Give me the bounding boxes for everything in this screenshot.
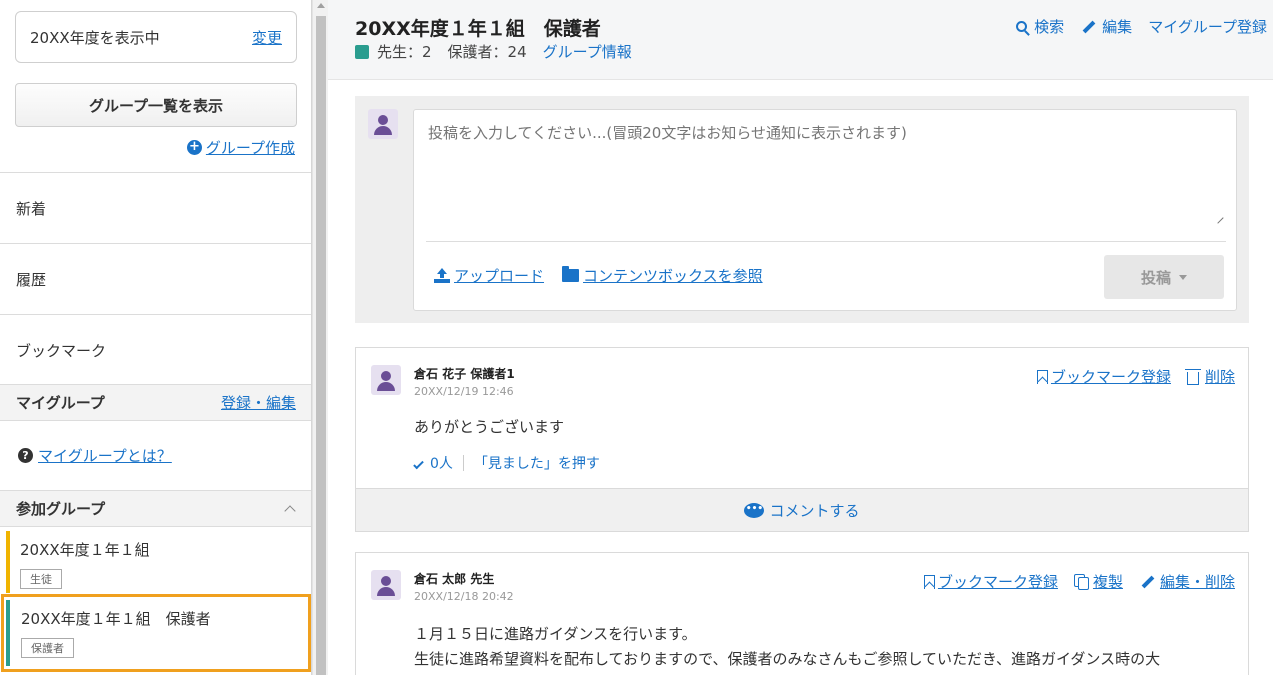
composer-tools: アップロード コンテンツボックスを参照 <box>434 265 763 286</box>
scroll-up-arrow-icon[interactable] <box>317 3 325 8</box>
plus-circle-icon: + <box>186 140 202 155</box>
comment-bubble-icon: ••• <box>744 502 765 518</box>
group-meta: 先生：2 保護者：24 グループ情報 <box>355 41 632 62</box>
year-display-box: 20XX年度を表示中 変更 <box>15 11 297 63</box>
seen-row: 0人 「見ました」を押す <box>413 453 600 473</box>
comment-button[interactable]: ••• コメントする <box>356 488 1248 531</box>
nav-item-history[interactable]: 履歴 <box>0 243 311 314</box>
seen-divider <box>462 455 464 471</box>
group-color-square-icon <box>355 44 369 59</box>
group-header: 20XX年度１年１組 保護者 先生：2 保護者：24 グループ情報 検索 編集 … <box>328 0 1273 80</box>
my-group-register-action[interactable]: マイグループ登録 <box>1148 16 1267 37</box>
edit-delete-link[interactable]: 編集・削除 <box>1139 571 1235 592</box>
guardian-count: 保護者：24 <box>447 43 527 61</box>
header-actions: 検索 編集 マイグループ登録 <box>1016 16 1267 37</box>
my-group-help-link[interactable]: ? マイグループとは？ <box>18 445 172 466</box>
folder-icon <box>562 266 580 282</box>
nav-item-new[interactable]: 新着 <box>0 172 311 243</box>
copy-label[interactable]: 複製 <box>1093 571 1123 592</box>
post-composer: アップロード コンテンツボックスを参照 投稿 <box>355 96 1249 323</box>
seen-count[interactable]: 0人 <box>430 453 453 473</box>
post-body-line: 生徒に進路希望資料を配布しておりますので、保護者のみなさんもご参照していただき、… <box>414 650 1161 668</box>
contents-box-link[interactable]: コンテンツボックスを参照 <box>562 265 763 286</box>
upload-link[interactable]: アップロード <box>434 265 544 286</box>
group-title: 20XX年度１年１組 保護者 <box>355 18 601 40</box>
joined-group-item[interactable]: 20XX年度１年１組 生徒 <box>0 529 311 595</box>
post-timestamp: 20XX/12/18 20:42 <box>414 590 514 603</box>
pencil-icon <box>1141 575 1155 588</box>
copy-link[interactable]: 複製 <box>1073 571 1123 592</box>
composer-divider <box>426 241 1226 242</box>
my-group-section-header: マイグループ 登録・編集 <box>0 384 311 421</box>
bookmark-register-link[interactable]: ブックマーク登録 <box>1036 366 1171 387</box>
comment-label: コメントする <box>769 501 860 520</box>
my-group-help-label[interactable]: マイグループとは？ <box>38 445 172 466</box>
contents-box-label[interactable]: コンテンツボックスを参照 <box>583 265 763 286</box>
post-timestamp: 20XX/12/19 12:46 <box>414 385 514 398</box>
sidebar-scrollbar[interactable] <box>312 0 328 675</box>
edit-group-action[interactable]: 編集 <box>1080 16 1132 37</box>
my-group-edit-link[interactable]: 登録・編集 <box>221 392 296 413</box>
change-year-link[interactable]: 変更 <box>252 27 282 48</box>
post-body: ありがとうございます <box>414 418 565 436</box>
edit-label: 編集 <box>1102 18 1133 36</box>
post-card: 倉石 花子 保護者1 20XX/12/19 12:46 ブックマーク登録 削除 … <box>355 347 1249 532</box>
group-info-link[interactable]: グループ情報 <box>543 41 632 62</box>
group-role-tag: 保護者 <box>21 638 74 658</box>
post-author: 倉石 花子 保護者1 <box>414 367 515 381</box>
teacher-count: 先生：2 <box>377 43 432 61</box>
post-input[interactable] <box>428 122 1224 228</box>
joined-group-name: 20XX年度１年１組 保護者 <box>21 610 211 628</box>
delete-link[interactable]: 削除 <box>1184 366 1235 387</box>
avatar <box>368 109 398 139</box>
composer-box: アップロード コンテンツボックスを参照 投稿 <box>413 109 1237 311</box>
post-author: 倉石 太郎 先生 <box>414 572 495 586</box>
post-actions: ブックマーク登録 複製 編集・削除 <box>923 571 1235 592</box>
bookmark-icon <box>923 574 935 589</box>
avatar <box>371 365 401 395</box>
group-role-tag: 生徒 <box>20 569 62 589</box>
chevron-up-icon[interactable] <box>284 504 296 517</box>
joined-groups-section-header[interactable]: 参加グループ <box>0 490 311 527</box>
sidebar: 20XX年度を表示中 変更 グループ一覧を表示 + グループ作成 新着 履歴 ブ… <box>0 0 312 675</box>
my-group-heading: マイグループ <box>16 394 105 412</box>
joined-group-item-selected[interactable]: 20XX年度１年１組 保護者 保護者 <box>1 594 311 672</box>
group-color-bar <box>6 531 10 593</box>
search-icon <box>1016 21 1028 32</box>
pencil-icon <box>1082 20 1096 33</box>
avatar <box>371 570 401 600</box>
upload-label[interactable]: アップロード <box>454 265 544 286</box>
trash-icon <box>1184 368 1201 385</box>
edit-delete-label[interactable]: 編集・削除 <box>1160 571 1235 592</box>
bookmark-label[interactable]: ブックマーク登録 <box>1051 366 1171 387</box>
nav-item-bookmark[interactable]: ブックマーク <box>0 314 311 385</box>
caret-down-icon <box>1179 274 1187 280</box>
post-body-line: １月１５日に進路ガイダンスを行います。 <box>414 625 697 643</box>
show-group-list-button[interactable]: グループ一覧を表示 <box>15 83 297 127</box>
group-color-bar <box>6 600 10 666</box>
bookmark-label[interactable]: ブックマーク登録 <box>938 571 1058 592</box>
create-group-label[interactable]: グループ作成 <box>206 137 295 158</box>
joined-groups-heading: 参加グループ <box>16 500 106 518</box>
delete-label[interactable]: 削除 <box>1205 366 1235 387</box>
scrollbar-thumb[interactable] <box>316 16 326 675</box>
upload-icon <box>434 268 450 283</box>
joined-group-name: 20XX年度１年１組 <box>20 541 150 559</box>
check-icon <box>413 458 424 470</box>
search-label: 検索 <box>1034 18 1065 36</box>
post-card: 倉石 太郎 先生 20XX/12/18 20:42 ブックマーク登録 複製 編集… <box>355 552 1249 675</box>
seen-button[interactable]: 「見ました」を押す <box>474 453 600 473</box>
question-circle-icon: ? <box>18 448 33 463</box>
create-group-link[interactable]: + グループ作成 <box>186 137 295 158</box>
post-button-label: 投稿 <box>1140 268 1171 287</box>
bookmark-icon <box>1036 369 1048 384</box>
bookmark-register-link[interactable]: ブックマーク登録 <box>923 571 1058 592</box>
post-button[interactable]: 投稿 <box>1104 255 1224 299</box>
post-actions: ブックマーク登録 削除 <box>1036 366 1235 387</box>
search-action[interactable]: 検索 <box>1016 16 1064 37</box>
main-content: 20XX年度１年１組 保護者 先生：2 保護者：24 グループ情報 検索 編集 … <box>328 0 1273 675</box>
copy-icon <box>1073 573 1090 590</box>
year-display-text: 20XX年度を表示中 <box>30 28 160 47</box>
